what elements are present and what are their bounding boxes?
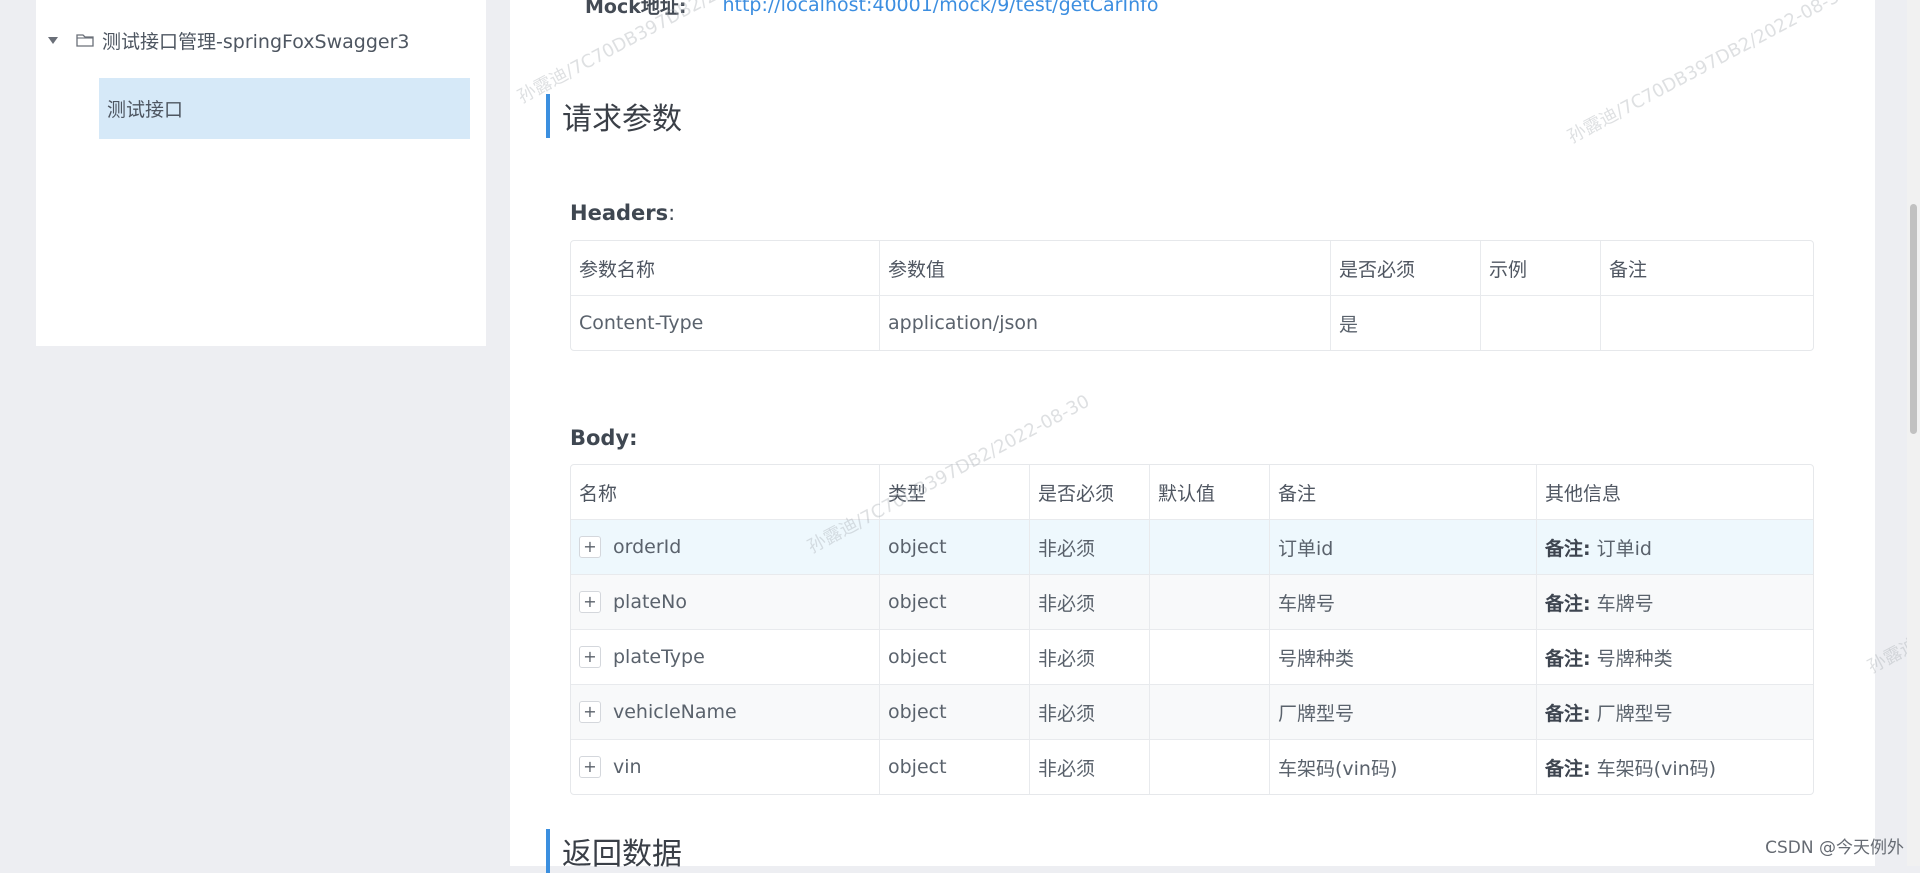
cell xyxy=(1150,685,1270,740)
mock-url-link[interactable]: http://localhost:40001/mock/9/test/getCa… xyxy=(722,0,1158,16)
cell: 非必须 xyxy=(1030,630,1150,685)
cell: 订单id xyxy=(1270,520,1537,575)
cell-info: 备注: 车牌号 xyxy=(1537,575,1813,630)
info-value: 车牌号 xyxy=(1596,592,1654,615)
headers-table: 参数名称 参数值 是否必须 示例 备注 Content-Type applica… xyxy=(570,240,1814,351)
note-label: 备注: xyxy=(1545,647,1591,670)
note-label: 备注: xyxy=(1545,537,1591,560)
column-header: 是否必须 xyxy=(1331,241,1481,296)
cell-name: + vin xyxy=(571,740,880,794)
column-header: 备注 xyxy=(1601,241,1813,296)
cell-name: + plateType xyxy=(571,630,880,685)
cell: 号牌种类 xyxy=(1270,630,1537,685)
cell-info: 备注: 车架码(vin码) xyxy=(1537,740,1813,794)
cell-name: + orderId xyxy=(571,520,880,575)
cell-name: + vehicleName xyxy=(571,685,880,740)
table-row: Content-Type application/json 是 xyxy=(571,296,1813,350)
cell: object xyxy=(880,740,1030,794)
headers-title: Headers: xyxy=(570,201,676,225)
field-name: vehicleName xyxy=(613,700,737,723)
table-row[interactable]: + plateNo object 非必须 车牌号 备注: 车牌号 xyxy=(571,575,1813,630)
cell: 厂牌型号 xyxy=(1270,685,1537,740)
plus-icon[interactable]: + xyxy=(579,756,601,779)
cell xyxy=(1150,520,1270,575)
note-label: 备注: xyxy=(1545,757,1591,780)
info-value: 车架码(vin码) xyxy=(1596,757,1717,780)
column-header: 是否必须 xyxy=(1030,465,1150,520)
cell: 非必须 xyxy=(1030,685,1150,740)
column-header: 备注 xyxy=(1270,465,1537,520)
column-header: 示例 xyxy=(1481,241,1601,296)
plus-icon[interactable]: + xyxy=(579,646,601,669)
column-header: 参数名称 xyxy=(571,241,880,296)
sidebar: 测试接口管理-springFoxSwagger3 测试接口 xyxy=(36,0,486,346)
scrollbar-thumb[interactable] xyxy=(1910,204,1917,434)
cell xyxy=(1150,630,1270,685)
table-row[interactable]: + orderId object 非必须 订单id 备注: 订单id xyxy=(571,520,1813,575)
section-title-return-data: 返回数据 xyxy=(546,829,682,873)
field-name: vin xyxy=(613,755,642,778)
table-row[interactable]: + vehicleName object 非必须 厂牌型号 备注: 厂牌型号 xyxy=(571,685,1813,740)
table-row[interactable]: + plateType object 非必须 号牌种类 备注: 号牌种类 xyxy=(571,630,1813,685)
info-value: 订单id xyxy=(1596,537,1652,560)
main-content: Mock地址: http://localhost:40001/mock/9/te… xyxy=(510,0,1875,873)
mock-address-row: Mock地址: http://localhost:40001/mock/9/te… xyxy=(585,0,1158,18)
body-table: 名称 类型 是否必须 默认值 备注 其他信息 + orderId object 非… xyxy=(570,464,1814,795)
cell: application/json xyxy=(880,296,1331,350)
plus-icon[interactable]: + xyxy=(579,701,601,724)
cell: Content-Type xyxy=(571,296,880,350)
plus-icon[interactable]: + xyxy=(579,591,601,614)
caret-down-icon[interactable] xyxy=(48,35,58,45)
cell: 是 xyxy=(1331,296,1481,350)
cell: object xyxy=(880,575,1030,630)
column-header: 其他信息 xyxy=(1537,465,1813,520)
sidebar-item-test-api[interactable]: 测试接口 xyxy=(99,78,470,139)
tree-group-test-api[interactable]: 测试接口管理-springFoxSwagger3 xyxy=(36,22,486,58)
column-header: 参数值 xyxy=(880,241,1331,296)
cell-name: + plateNo xyxy=(571,575,880,630)
cell: 非必须 xyxy=(1030,520,1150,575)
cell: 车架码(vin码) xyxy=(1270,740,1537,794)
headers-title-text: Headers xyxy=(570,201,669,225)
cell xyxy=(1150,575,1270,630)
info-value: 厂牌型号 xyxy=(1596,702,1673,725)
vertical-scrollbar[interactable] xyxy=(1907,0,1920,866)
footer-credit: CSDN @今天例外 xyxy=(1765,838,1904,858)
cell: object xyxy=(880,520,1030,575)
column-header: 默认值 xyxy=(1150,465,1270,520)
tree-group-label: 测试接口管理-springFoxSwagger3 xyxy=(102,30,410,53)
cell: 非必须 xyxy=(1030,740,1150,794)
column-header: 类型 xyxy=(880,465,1030,520)
cell-info: 备注: 厂牌型号 xyxy=(1537,685,1813,740)
folder-icon xyxy=(76,33,94,47)
field-name: plateType xyxy=(613,645,705,668)
cell xyxy=(1601,296,1813,350)
cell xyxy=(1481,296,1601,350)
note-label: 备注: xyxy=(1545,592,1591,615)
plus-icon[interactable]: + xyxy=(579,536,601,559)
cell: 车牌号 xyxy=(1270,575,1537,630)
cell-info: 备注: 号牌种类 xyxy=(1537,630,1813,685)
cell: object xyxy=(880,685,1030,740)
cell: 非必须 xyxy=(1030,575,1150,630)
field-name: plateNo xyxy=(613,590,687,613)
column-header: 名称 xyxy=(571,465,880,520)
table-header-row: 参数名称 参数值 是否必须 示例 备注 xyxy=(571,241,1813,296)
table-header-row: 名称 类型 是否必须 默认值 备注 其他信息 xyxy=(571,465,1813,520)
cell: object xyxy=(880,630,1030,685)
section-title-request-params: 请求参数 xyxy=(546,94,682,138)
field-name: orderId xyxy=(613,535,682,558)
mock-label: Mock地址: xyxy=(585,0,687,18)
info-value: 号牌种类 xyxy=(1596,647,1673,670)
table-row[interactable]: + vin object 非必须 车架码(vin码) 备注: 车架码(vin码) xyxy=(571,740,1813,794)
sidebar-item-label: 测试接口 xyxy=(107,99,184,121)
body-title: Body: xyxy=(570,426,638,450)
cell-info: 备注: 订单id xyxy=(1537,520,1813,575)
cell xyxy=(1150,740,1270,794)
note-label: 备注: xyxy=(1545,702,1591,725)
